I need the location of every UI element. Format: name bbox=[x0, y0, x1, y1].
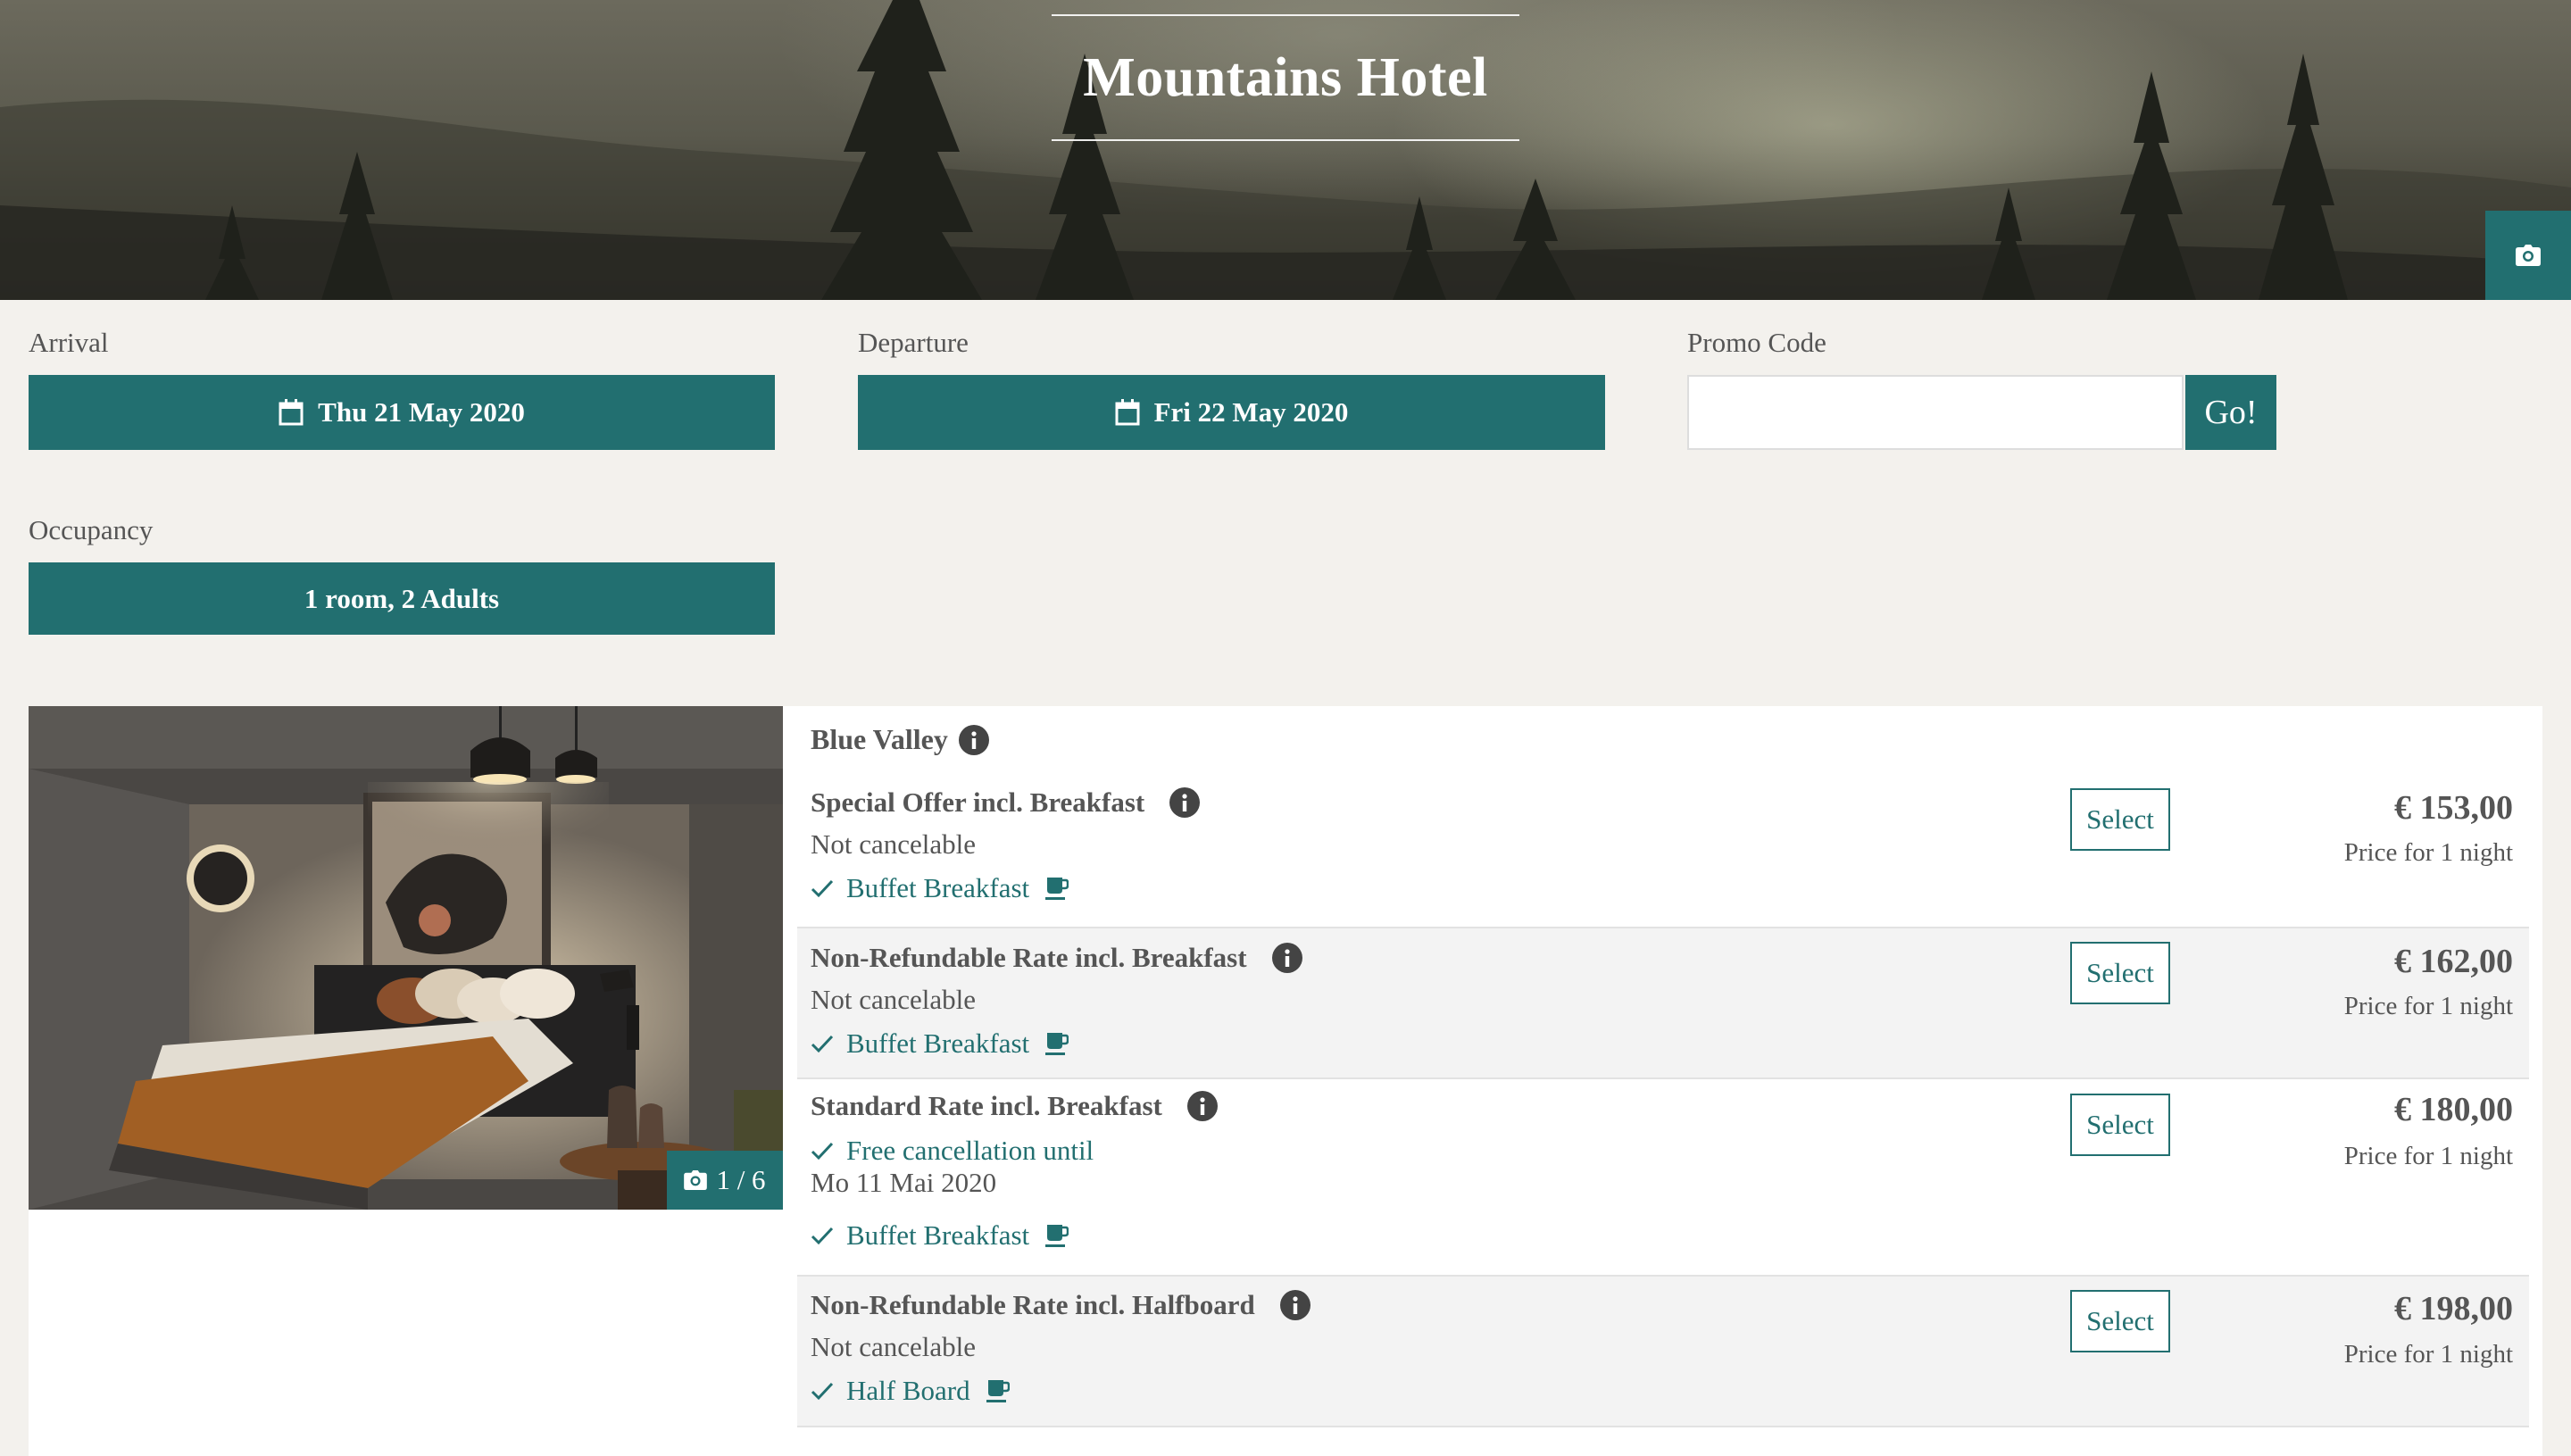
gallery-button[interactable] bbox=[2485, 211, 2571, 300]
rate-title-text: Non-Refundable Rate incl. Halfboard bbox=[811, 1289, 1255, 1320]
occupancy-button[interactable]: 1 room, 2 Adults bbox=[29, 562, 775, 635]
info-icon[interactable] bbox=[1169, 787, 1201, 818]
cancellation-date: Mo 11 Mai 2020 bbox=[811, 1167, 997, 1198]
cancellation-feature: Free cancellation until bbox=[811, 1135, 1094, 1167]
promo-code-label: Promo Code bbox=[1687, 327, 1826, 358]
price-note: Price for 1 night bbox=[2343, 992, 2513, 1020]
calendar-icon bbox=[1115, 399, 1140, 426]
check-icon bbox=[811, 1381, 834, 1401]
check-icon bbox=[811, 1226, 834, 1245]
select-rate-button[interactable]: Select bbox=[2070, 1094, 2170, 1156]
calendar-icon bbox=[279, 399, 304, 426]
price-note: Price for 1 night bbox=[2343, 1340, 2513, 1369]
camera-icon bbox=[684, 1170, 708, 1190]
rate-title: Non-Refundable Rate incl. Breakfast bbox=[811, 942, 1302, 974]
rate-price: € 162,00 bbox=[2394, 943, 2513, 980]
rate-price: € 198,00 bbox=[2394, 1290, 2513, 1327]
check-icon bbox=[811, 1034, 834, 1053]
arrival-label: Arrival bbox=[29, 327, 109, 358]
departure-date-value: Fri 22 May 2020 bbox=[1153, 396, 1349, 428]
price-note: Price for 1 night bbox=[2343, 838, 2513, 867]
room-photo-image bbox=[29, 706, 783, 1210]
departure-label: Departure bbox=[858, 327, 969, 358]
photo-counter-button[interactable]: 1 / 6 bbox=[667, 1151, 783, 1210]
meal-feature: Half Board bbox=[811, 1375, 1010, 1407]
meal-feature: Buffet Breakfast bbox=[811, 872, 1069, 904]
info-icon[interactable] bbox=[1279, 1290, 1310, 1320]
promo-go-button[interactable]: Go! bbox=[2185, 375, 2276, 450]
hotel-title: Mountains Hotel bbox=[1083, 46, 1488, 108]
meal-text: Buffet Breakfast bbox=[846, 1028, 1030, 1059]
price-note: Price for 1 night bbox=[2343, 1142, 2513, 1170]
promo-code-input[interactable] bbox=[1687, 375, 2184, 450]
occupancy-value: 1 room, 2 Adults bbox=[304, 582, 500, 614]
arrival-date-button[interactable]: Thu 21 May 2020 bbox=[29, 375, 775, 450]
rate-title: Special Offer incl. Breakfast bbox=[811, 786, 1201, 819]
arrival-date-value: Thu 21 May 2020 bbox=[318, 396, 525, 428]
check-icon bbox=[811, 1141, 834, 1161]
meal-text: Half Board bbox=[846, 1375, 970, 1406]
camera-icon bbox=[2516, 245, 2541, 266]
departure-date-button[interactable]: Fri 22 May 2020 bbox=[858, 375, 1605, 450]
rate-title-text: Non-Refundable Rate incl. Breakfast bbox=[811, 942, 1247, 973]
cancellation-text: Not cancelable bbox=[811, 828, 977, 860]
hero-banner: Mountains Hotel bbox=[0, 0, 2571, 300]
coffee-cup-icon bbox=[1045, 1031, 1069, 1056]
cancellation-text: Not cancelable bbox=[811, 984, 977, 1015]
room-name-text: Blue Valley bbox=[811, 723, 948, 755]
meal-text: Buffet Breakfast bbox=[846, 872, 1030, 903]
cancellation-feature-text: Free cancellation until bbox=[846, 1135, 1094, 1166]
rate-row: Non-Refundable Rate incl. Breakfast Not … bbox=[797, 927, 2529, 1079]
coffee-cup-icon bbox=[1045, 1223, 1069, 1248]
cancellation-text: Not cancelable bbox=[811, 1331, 977, 1362]
info-icon[interactable] bbox=[1271, 943, 1302, 973]
room-photo[interactable]: 1 / 6 bbox=[29, 706, 783, 1210]
check-icon bbox=[811, 878, 834, 898]
coffee-cup-icon bbox=[1045, 876, 1069, 901]
rate-row: Special Offer incl. Breakfast Not cancel… bbox=[797, 778, 2529, 927]
occupancy-label: Occupancy bbox=[29, 514, 154, 545]
meal-feature: Buffet Breakfast bbox=[811, 1219, 1069, 1252]
hotel-title-frame: Mountains Hotel bbox=[1052, 14, 1519, 141]
select-rate-button[interactable]: Select bbox=[2070, 788, 2170, 851]
rate-price: € 153,00 bbox=[2394, 789, 2513, 827]
meal-text: Buffet Breakfast bbox=[846, 1219, 1030, 1251]
rate-title: Standard Rate incl. Breakfast bbox=[811, 1090, 1218, 1122]
select-rate-button[interactable]: Select bbox=[2070, 942, 2170, 1004]
rate-title-text: Standard Rate incl. Breakfast bbox=[811, 1090, 1162, 1121]
select-rate-button[interactable]: Select bbox=[2070, 1290, 2170, 1352]
rate-row: Non-Refundable Rate incl. Halfboard Not … bbox=[797, 1275, 2529, 1427]
meal-feature: Buffet Breakfast bbox=[811, 1028, 1069, 1060]
rate-price: € 180,00 bbox=[2394, 1091, 2513, 1128]
info-icon[interactable] bbox=[1186, 1091, 1218, 1121]
info-icon[interactable] bbox=[958, 724, 989, 755]
rate-row: Standard Rate incl. Breakfast Free cance… bbox=[797, 1079, 2529, 1275]
room-name: Blue Valley bbox=[811, 723, 989, 756]
rate-title: Non-Refundable Rate incl. Halfboard bbox=[811, 1289, 1310, 1321]
photo-counter-text: 1 / 6 bbox=[716, 1164, 766, 1195]
rate-title-text: Special Offer incl. Breakfast bbox=[811, 786, 1145, 818]
coffee-cup-icon bbox=[986, 1378, 1010, 1403]
